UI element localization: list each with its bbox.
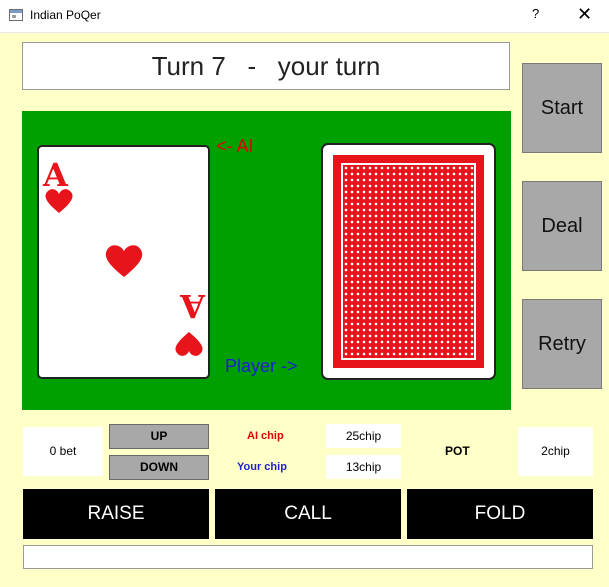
help-button[interactable]: ? [532,6,539,21]
your-chip-value: 13chip [326,455,401,479]
bet-up-button[interactable]: UP [109,424,209,449]
title-bar: Indian PoQer ? ✕ [0,0,609,33]
app-window-icon [9,9,23,21]
ai-chip-value: 25chip [326,424,401,448]
your-chip-label: Your chip [237,461,287,473]
heart-icon [105,245,143,277]
pot-value: 2chip [518,427,593,476]
ai-chip-label: AI chip [247,430,284,442]
raise-button[interactable]: RAISE [23,489,209,539]
call-button[interactable]: CALL [215,489,401,539]
start-button[interactable]: Start [522,63,602,153]
pot-label: POT [445,444,470,458]
deal-button[interactable]: Deal [522,181,602,271]
card-rank-top: A [42,156,69,194]
card-back-pattern [333,155,484,368]
card-rank-bottom: A [179,287,206,325]
bet-down-button[interactable]: DOWN [109,455,209,480]
ace-of-hearts-card-face: A A [42,156,206,356]
close-icon[interactable]: ✕ [577,4,592,25]
bet-amount-display: 0 bet [23,427,103,476]
player-card-back [321,143,496,380]
ai-card: A A [37,145,210,379]
window-title: Indian PoQer [30,8,101,22]
player-card-label: Player -> [225,356,298,376]
status-bar [23,545,593,569]
fold-button[interactable]: FOLD [407,489,593,539]
turn-display: Turn 7 - your turn [22,42,510,90]
ai-card-label: <- AI [216,136,254,156]
small-heart-icon-bottom [175,332,203,356]
retry-button[interactable]: Retry [522,299,602,389]
